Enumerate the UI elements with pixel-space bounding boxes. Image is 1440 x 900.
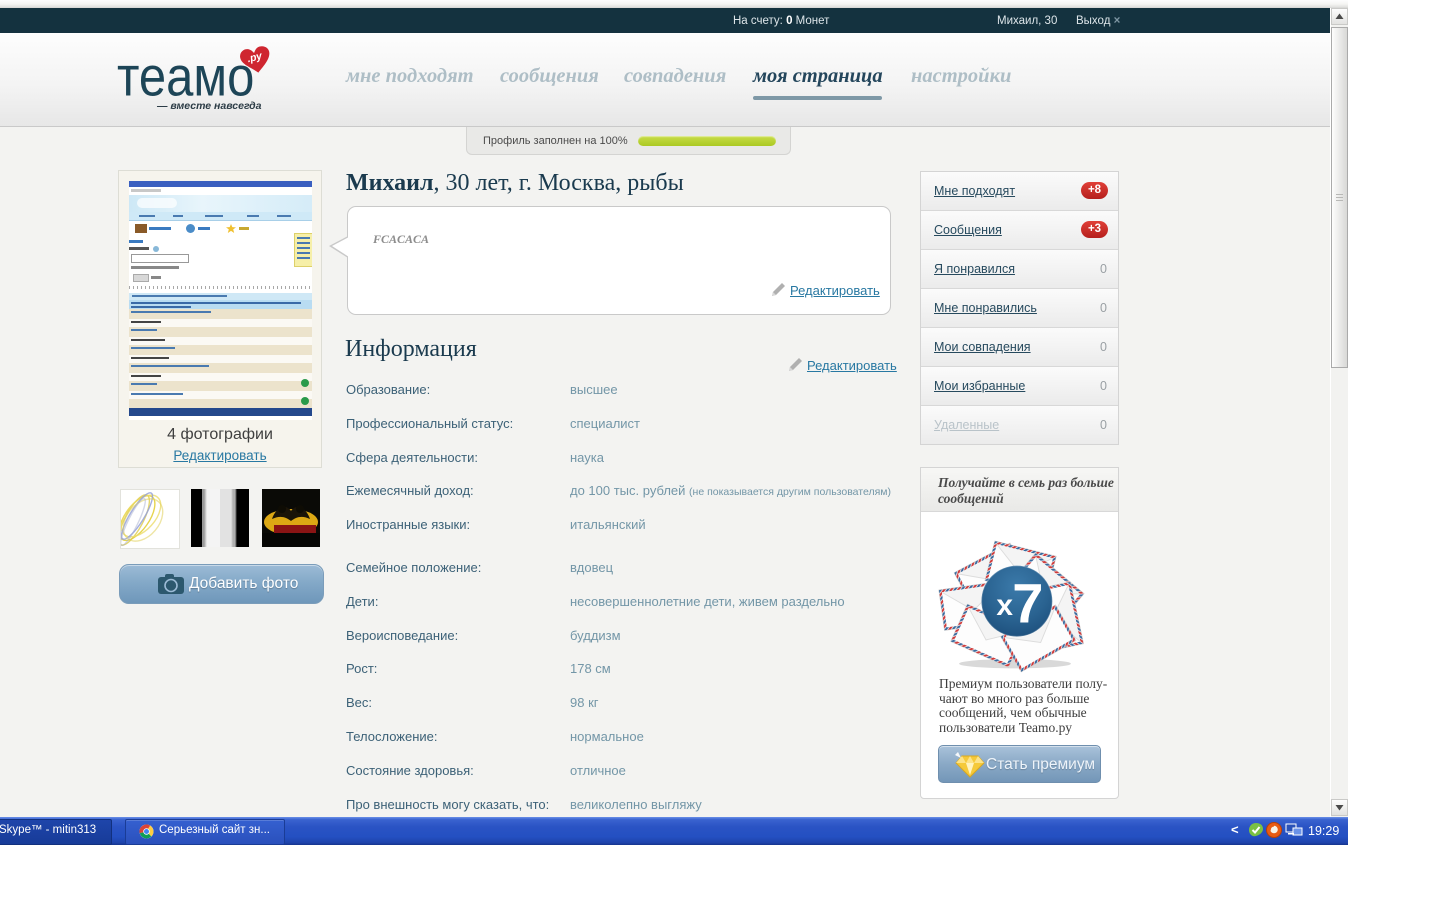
svg-text:7: 7: [1012, 572, 1043, 635]
svg-text:x: x: [996, 589, 1013, 622]
